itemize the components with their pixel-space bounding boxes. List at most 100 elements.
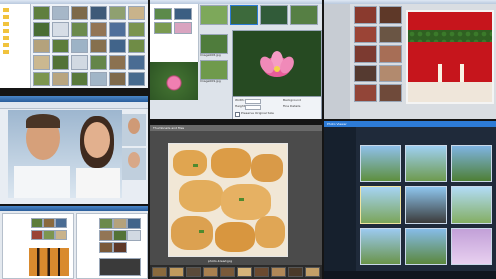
preserve-checkbox[interactable] [235,112,240,117]
thumbnail[interactable] [354,25,377,44]
thumbnail[interactable] [360,145,402,183]
thumbnail[interactable] [174,22,192,34]
thumbnail[interactable] [71,71,88,86]
thumbnail[interactable] [99,230,113,241]
thumbnail[interactable] [290,5,318,25]
thumbnail[interactable] [360,186,402,224]
thumbnail[interactable] [128,38,145,54]
thumbnail[interactable] [99,242,113,253]
thumbnail[interactable] [379,84,402,102]
thumbnail[interactable] [99,218,113,229]
thumbnail[interactable] [71,38,88,54]
thumbnail[interactable] [128,55,145,70]
thumbnail[interactable] [109,22,126,37]
thumbnail[interactable] [379,64,402,83]
window-titlebar[interactable]: Thumbnails and files [150,125,322,131]
thumbnail[interactable] [109,38,126,54]
thumbnail[interactable] [31,230,43,240]
thumbnail[interactable] [127,230,141,241]
thumbnail[interactable] [203,267,218,277]
thumbnail[interactable] [52,22,69,37]
thumbnail[interactable] [33,71,50,86]
thumbnail[interactable] [379,25,402,44]
thumbnail[interactable] [52,38,69,54]
thumbnail[interactable] [200,60,228,80]
thumbnail[interactable] [90,6,107,21]
toolbar [0,102,148,109]
thumbnail[interactable] [90,22,107,37]
thumbnail[interactable] [271,267,286,277]
thumbnail[interactable] [405,145,447,183]
thumbnail[interactable] [90,55,107,70]
thumbnail[interactable] [200,34,228,54]
background-button[interactable]: Background [283,99,301,102]
thumbnail[interactable] [90,71,107,86]
thumbnail[interactable] [237,267,252,277]
folder-tree-panel[interactable] [0,4,31,88]
thumbnail[interactable] [450,145,492,183]
thumbnail[interactable] [200,5,228,25]
height-field[interactable] [245,105,261,110]
thumbnail[interactable] [109,71,126,86]
nav-sidebar[interactable] [324,127,356,271]
thumbnail[interactable] [99,258,141,276]
thumbnail[interactable] [360,227,402,265]
thumbnail[interactable] [52,71,69,86]
thumbnail[interactable] [128,6,145,21]
thumbnail[interactable] [33,38,50,54]
thumbnail[interactable] [354,64,377,83]
thumbnail[interactable] [154,8,172,20]
thumbnail[interactable] [152,267,167,277]
thumbnail[interactable] [55,218,67,228]
thumbnail[interactable] [354,84,377,102]
thumbnail[interactable] [154,22,172,34]
width-field[interactable] [245,99,261,104]
cracker [171,216,213,250]
thumbnail[interactable] [379,45,402,63]
window-titlebar[interactable] [0,206,148,211]
cracker [179,180,223,212]
gallery-window [324,0,496,119]
thumbnail[interactable] [71,22,88,37]
thumbnail[interactable] [220,267,235,277]
thumbnail[interactable] [186,267,201,277]
fine-details-button[interactable]: Fine Details [283,105,300,108]
thumbnail[interactable] [128,71,145,86]
thumbnail[interactable] [450,186,492,224]
thumbnail[interactable] [254,267,269,277]
thumbnail[interactable] [230,5,258,25]
thumbnail[interactable] [260,5,288,25]
thumbnail[interactable] [405,186,447,224]
thumbnail[interactable] [305,267,320,277]
thumbnail[interactable] [43,218,55,228]
thumbnail[interactable] [33,22,50,37]
thumbnail[interactable] [113,218,127,229]
thumbnail[interactable] [113,230,127,241]
thumbnail[interactable] [450,227,492,265]
thumbnail[interactable] [71,6,88,21]
thumbnail[interactable] [71,55,88,70]
thumbnail[interactable] [109,55,126,70]
thumbnail[interactable] [52,6,69,21]
thumbnail[interactable] [43,230,55,240]
thumbnail[interactable] [90,38,107,54]
thumbnail[interactable] [113,242,127,253]
thumbnail[interactable] [33,55,50,70]
thumbnail[interactable] [174,8,192,20]
filmstrip[interactable] [150,265,322,279]
thumbnail[interactable] [169,267,184,277]
thumbnail[interactable] [405,227,447,265]
file-list-panel[interactable] [150,4,199,62]
thumbnail[interactable] [52,55,69,70]
thumbnail[interactable] [128,22,145,37]
thumbnail[interactable] [379,6,402,24]
thumbnail[interactable] [33,6,50,21]
thumbnail[interactable] [288,267,303,277]
thumbnail[interactable] [109,6,126,21]
thumbnail[interactable] [55,230,67,240]
thumbnail[interactable] [31,218,43,228]
left-pane [2,213,74,279]
thumbnail[interactable] [127,218,141,229]
thumbnail[interactable] [354,6,377,24]
thumbnail[interactable] [354,45,377,63]
